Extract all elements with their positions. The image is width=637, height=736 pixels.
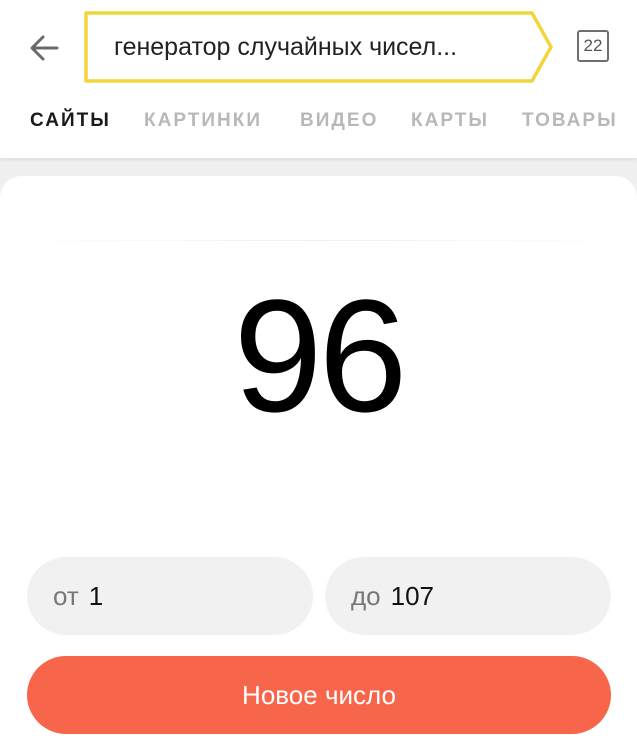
back-button[interactable] [22,26,66,70]
tab-sites[interactable]: САЙТЫ [30,110,111,132]
search-query[interactable]: генератор случайных чисел... [114,11,514,83]
top-bar: генератор случайных чисел... 22 САЙТЫ КА… [0,0,637,158]
new-number-button[interactable]: Новое число [27,656,611,734]
tab-products[interactable]: ТОВАРЫ [522,110,618,132]
range-to-label: до [351,581,381,611]
arrow-left-icon [30,35,59,61]
range-to-value[interactable]: 107 [391,581,434,611]
range-to-field[interactable]: до 107 [325,557,611,635]
tab-images[interactable]: КАРТИНКИ [144,110,262,132]
range-from-field[interactable]: от 1 [27,557,313,635]
range-from-value[interactable]: 1 [89,581,103,611]
card-divider [0,240,637,241]
tab-video[interactable]: ВИДЕО [300,110,378,132]
tabs-count-button[interactable]: 22 [577,30,609,62]
search-field[interactable]: генератор случайных чисел... [84,11,554,83]
generated-number: 96 [233,266,408,445]
search-category-nav: САЙТЫ КАРТИНКИ ВИДЕО КАРТЫ ТОВАРЫ [0,100,637,146]
range-from-label: от [53,581,79,611]
random-number-generator-card: 96 от 1 до 107 Новое число [0,176,637,736]
tab-maps[interactable]: КАРТЫ [411,110,489,132]
